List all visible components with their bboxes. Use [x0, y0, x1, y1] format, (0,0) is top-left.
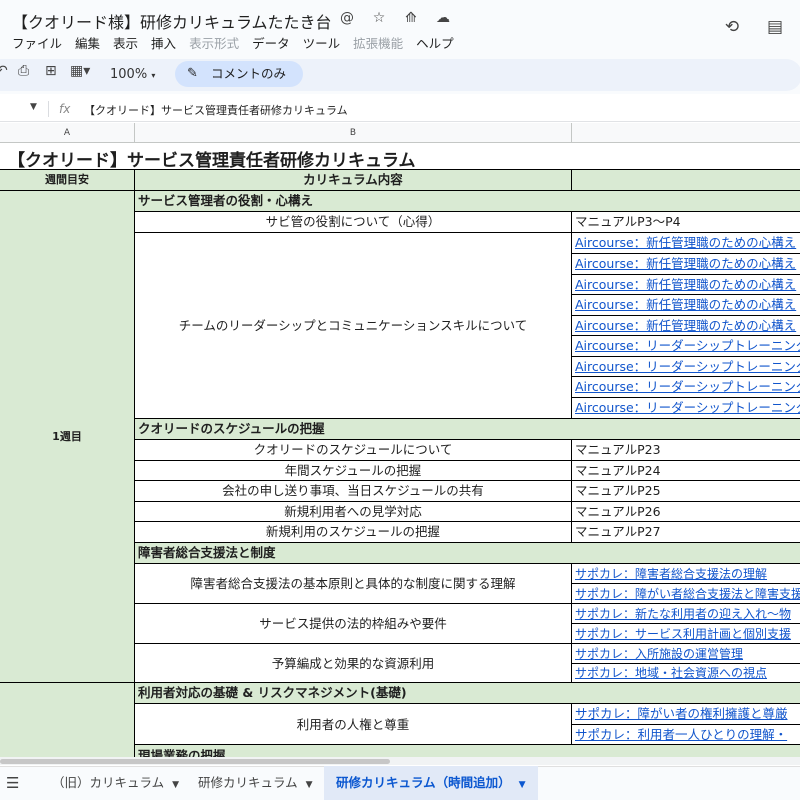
- document-title[interactable]: 【クオリード様】研修カリキュラムたたき台: [12, 9, 332, 33]
- menu-view[interactable]: 表示: [113, 33, 138, 52]
- course-link[interactable]: Aircourse：新任管理職のための心構え: [572, 295, 800, 316]
- course-link[interactable]: サポカレ：障がい者の権利擁護と尊厳: [572, 704, 800, 725]
- material-cell[interactable]: マニュアルP27: [572, 522, 800, 543]
- fx-icon: fx: [59, 102, 71, 116]
- curriculum-cell[interactable]: 年間スケジュールの把握: [135, 461, 572, 481]
- menu-help[interactable]: ヘルプ: [416, 33, 454, 52]
- menu-edit[interactable]: 編集: [75, 33, 100, 52]
- mention-icon[interactable]: @: [338, 10, 356, 26]
- sheet-tab-old-curriculum[interactable]: （旧）カリキュラム ▼: [40, 766, 191, 800]
- curriculum-cell[interactable]: クオリードのスケジュールについて: [135, 440, 572, 461]
- move-to-drive-icon[interactable]: ⟰: [402, 10, 420, 26]
- name-box-dropdown-icon[interactable]: ▼: [30, 102, 37, 112]
- zoom-select[interactable]: 100% ▾: [110, 67, 155, 82]
- curriculum-cell[interactable]: サービス提供の法的枠組みや要件: [135, 604, 572, 644]
- material-cell[interactable]: マニュアルP23: [572, 440, 800, 461]
- cloud-status-icon[interactable]: ☁: [434, 10, 452, 26]
- menu-tools[interactable]: ツール: [303, 33, 341, 52]
- column-header-b[interactable]: B: [135, 123, 572, 143]
- course-link[interactable]: Aircourse：リーダーシップトレーニング: [572, 357, 800, 377]
- curriculum-cell[interactable]: 障害者総合支援法の基本原則と具体的な制度に関する理解: [135, 564, 572, 604]
- curriculum-cell[interactable]: 会社の申し送り事項、当日スケジュールの共有: [135, 481, 572, 502]
- header-curriculum[interactable]: カリキュラム内容: [135, 170, 572, 191]
- header-material[interactable]: [572, 170, 800, 191]
- course-link[interactable]: Aircourse：新任管理職のための心構え: [572, 275, 800, 295]
- sheet-tab-curriculum[interactable]: 研修カリキュラム ▼: [186, 766, 325, 800]
- column-header-c[interactable]: [572, 123, 800, 143]
- week-cell-1[interactable]: 1週目: [0, 191, 135, 683]
- comment-mode-icon: ✎: [187, 66, 198, 81]
- format-dropdown-icon[interactable]: ▦▾: [70, 63, 90, 79]
- divider: [48, 101, 49, 117]
- course-link[interactable]: サポカレ：入所施設の運営管理: [572, 644, 800, 664]
- menu-file[interactable]: ファイル: [12, 33, 62, 52]
- title-icons: @ ☆ ⟰ ☁: [338, 10, 452, 26]
- curriculum-cell[interactable]: 新規利用のスケジュールの把握: [135, 522, 572, 543]
- menu-insert[interactable]: 挿入: [151, 33, 176, 52]
- course-link[interactable]: サポカレ：サービス利用計画と個別支援: [572, 624, 800, 644]
- material-cell[interactable]: マニュアルP24: [572, 461, 800, 481]
- undo-icon[interactable]: ↶: [0, 63, 8, 79]
- course-link[interactable]: Aircourse：新任管理職のための心構え: [572, 316, 800, 336]
- scrollbar-thumb[interactable]: [0, 759, 390, 764]
- course-link[interactable]: Aircourse：リーダーシップトレーニング: [572, 398, 800, 419]
- course-link[interactable]: Aircourse：リーダーシップトレーニング: [572, 377, 800, 398]
- all-sheets-menu-icon[interactable]: ☰: [6, 774, 19, 792]
- section-header[interactable]: クオリードのスケジュールの把握: [135, 419, 800, 440]
- curriculum-cell[interactable]: チームのリーダーシップとコミュニケーションスキルについて: [135, 233, 572, 419]
- course-link[interactable]: Aircourse：リーダーシップトレーニング: [572, 336, 800, 357]
- add-icon[interactable]: ⊞: [45, 63, 57, 79]
- history-icon[interactable]: ⟲: [721, 16, 743, 38]
- comments-icon[interactable]: ▤: [764, 16, 786, 38]
- course-link[interactable]: サポカレ：新たな利用者の迎え入れ〜物: [572, 604, 800, 624]
- menu-format: 表示形式: [189, 36, 240, 51]
- comment-only-mode-button[interactable]: ✎ コメントのみ: [175, 61, 303, 87]
- tab-caret-icon[interactable]: ▼: [172, 780, 179, 790]
- course-link[interactable]: サポカレ：障害者総合支援法の理解: [572, 564, 800, 584]
- sheet-title[interactable]: 【クオリード】サービス管理責任者研修カリキュラム: [8, 146, 416, 171]
- course-link[interactable]: サポカレ：利用者一人ひとりの理解・: [572, 725, 800, 745]
- course-link[interactable]: サポカレ：地域・社会資源への視点: [572, 664, 800, 683]
- header-week[interactable]: 週間目安: [0, 170, 135, 191]
- material-cell[interactable]: マニュアルP26: [572, 502, 800, 522]
- curriculum-cell[interactable]: 予算編成と効果的な資源利用: [135, 644, 572, 683]
- formula-input[interactable]: 【クオリード】サービス管理責任者研修カリキュラム: [84, 102, 348, 118]
- star-icon[interactable]: ☆: [370, 10, 388, 26]
- course-link[interactable]: Aircourse：新任管理職のための心構え: [572, 254, 800, 275]
- course-link[interactable]: サポカレ：障がい者総合支援法と障害支援: [572, 584, 800, 604]
- tab-caret-icon[interactable]: ▼: [519, 780, 526, 790]
- section-header[interactable]: サービス管理者の役割・心構え: [135, 191, 800, 212]
- sheet-tab-curriculum-time-added[interactable]: 研修カリキュラム（時間追加） ▼: [324, 766, 538, 800]
- tab-caret-icon[interactable]: ▼: [306, 780, 313, 790]
- material-cell[interactable]: マニュアルP3〜P4: [572, 212, 800, 233]
- week-cell-2[interactable]: [0, 683, 135, 763]
- section-header[interactable]: 障害者総合支援法と制度: [135, 543, 800, 564]
- menu-bar: ファイル 編集 表示 挿入 表示形式 データ ツール 拡張機能 ヘルプ: [12, 33, 454, 52]
- menu-extensions: 拡張機能: [353, 36, 404, 51]
- menu-data[interactable]: データ: [252, 33, 290, 52]
- section-header[interactable]: 利用者対応の基礎 & リスクマネジメント(基礎): [135, 683, 800, 704]
- curriculum-cell[interactable]: 利用者の人権と尊重: [135, 704, 572, 745]
- curriculum-cell[interactable]: サビ管の役割について（心得）: [135, 212, 572, 233]
- course-link[interactable]: Aircourse：新任管理職のための心構え: [572, 233, 800, 254]
- material-cell[interactable]: マニュアルP25: [572, 481, 800, 502]
- curriculum-cell[interactable]: 新規利用者への見学対応: [135, 502, 572, 522]
- print-icon[interactable]: ⎙: [18, 63, 29, 79]
- column-header-a[interactable]: A: [0, 123, 135, 143]
